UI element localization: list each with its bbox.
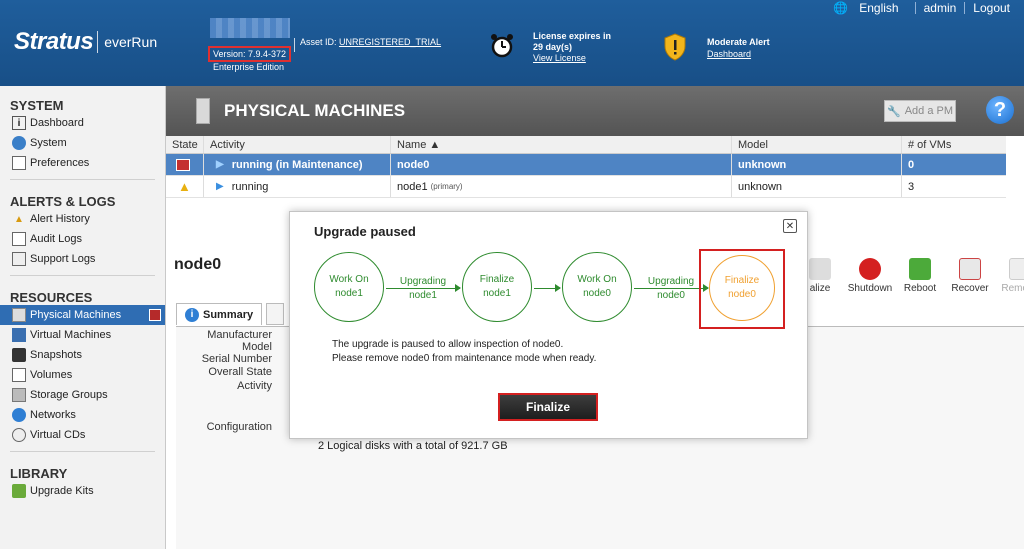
col-state[interactable]: State — [166, 136, 204, 153]
reboot-icon — [909, 258, 931, 280]
top-nav: 🌐 English admin Logout — [825, 1, 1018, 15]
running-icon: ▶ — [216, 181, 224, 192]
disks-summary: 2 Logical disks with a total of 921.7 GB — [318, 440, 508, 452]
reboot-button[interactable]: Reboot — [898, 258, 942, 294]
info-icon: i — [185, 307, 199, 322]
logout-link[interactable]: Logout — [965, 1, 1018, 15]
sidebar-item-virtual-cds[interactable]: Virtual CDs — [0, 425, 165, 445]
wrench-icon: 🔧 — [886, 105, 901, 118]
running-icon: ▶ — [216, 159, 224, 170]
user-menu[interactable]: admin — [916, 1, 965, 15]
sidebar-item-storage-groups[interactable]: Storage Groups — [0, 385, 165, 405]
upgrade-dialog: Upgrade paused ✕ Work On node1 Upgrading n… — [289, 211, 808, 439]
finalize-icon — [809, 258, 831, 280]
sidebar-item-virtual-machines[interactable]: Virtual Machines — [0, 325, 165, 345]
help-button[interactable]: ? — [986, 96, 1014, 124]
sidebar-item-preferences[interactable]: Preferences — [0, 153, 165, 173]
stop-icon — [859, 258, 881, 280]
col-activity[interactable]: Activity — [204, 136, 391, 153]
stratus-logo: Stratus everRun — [14, 28, 157, 56]
product-name: everRun — [104, 34, 158, 50]
asset-id: Asset ID: UNREGISTERED_TRIAL — [300, 37, 441, 47]
sidebar-item-networks[interactable]: Networks — [0, 405, 165, 425]
alarm-clock-icon — [491, 34, 513, 58]
remove-icon — [1009, 258, 1024, 280]
tab-details[interactable] — [266, 303, 285, 325]
alert-shield-icon — [664, 33, 686, 61]
maintenance-badge-icon — [149, 309, 161, 321]
vm-icon — [12, 328, 26, 342]
preferences-icon — [12, 156, 26, 170]
step-finalize-node1: Finalize node1 — [462, 252, 532, 322]
storage-icon — [12, 388, 26, 402]
sidebar-item-audit-logs[interactable]: Audit Logs — [0, 229, 165, 249]
server-icon — [12, 308, 26, 322]
bell-icon: ▲ — [14, 213, 24, 225]
volume-icon — [12, 368, 26, 382]
physical-machine-icon — [196, 98, 210, 124]
view-license-link[interactable]: View License — [533, 53, 586, 63]
col-model[interactable]: Model — [732, 136, 902, 153]
warning-icon: ▲ — [178, 179, 191, 194]
table-header: State Activity Name ▲ Model # of VMs — [166, 136, 1006, 154]
col-vms[interactable]: # of VMs — [902, 136, 1006, 153]
globe-icon — [12, 136, 26, 150]
dialog-title: Upgrade paused — [314, 224, 416, 239]
app-header: Stratus everRun Version: 7.9.4-372 Enter… — [0, 0, 1024, 86]
sidebar-item-snapshots[interactable]: Snapshots — [0, 345, 165, 365]
maintenance-state-icon — [176, 158, 190, 171]
license-info: License expires in 29 day(s) View Licens… — [533, 31, 612, 63]
asset-id-label: Asset ID: — [300, 37, 337, 47]
page-title: PHYSICAL MACHINES — [224, 101, 406, 120]
asset-id-link[interactable]: UNREGISTERED_TRIAL — [339, 37, 441, 47]
connector-arrow — [534, 284, 561, 292]
remove-button[interactable]: Remove — [998, 258, 1024, 294]
sidebar-item-support-logs[interactable]: Support Logs — [0, 249, 165, 269]
version-label: Version: 7.9.4-372 — [208, 46, 292, 62]
cd-icon — [12, 428, 26, 442]
sidebar-item-dashboard[interactable]: i Dashboard — [0, 113, 165, 133]
sidebar-item-volumes[interactable]: Volumes — [0, 365, 165, 385]
section-alerts-logs: ALERTS & LOGS — [10, 194, 116, 209]
step-finalize-node0: Finalize node0 — [709, 255, 775, 321]
dashboard-link[interactable]: Dashboard — [707, 49, 751, 59]
pm-actions: alize Shutdown Reboot Recover Remove — [798, 258, 1024, 294]
step-work-on-node0: Work On node0 — [562, 252, 632, 322]
detail-tabs: i Summary — [176, 303, 285, 325]
edition-label: Enterprise Edition — [213, 62, 285, 72]
upgrade-kit-icon — [12, 484, 26, 498]
recover-button[interactable]: Recover — [948, 258, 992, 294]
table-row[interactable]: ▶ running (in Maintenance) node0 unknown … — [166, 154, 1006, 176]
brand-name: Stratus — [14, 28, 94, 55]
sidebar-item-system[interactable]: System — [0, 133, 165, 153]
tab-summary[interactable]: i Summary — [176, 303, 263, 325]
col-name[interactable]: Name ▲ — [391, 136, 732, 153]
table-row[interactable]: ▲ ▶ running node1 (primary) unknown 3 — [166, 176, 1006, 198]
alert-title: Moderate Alert — [707, 37, 770, 47]
sidebar: SYSTEM i Dashboard System Preferences ALE… — [0, 86, 166, 549]
node-title: node0 — [174, 256, 222, 273]
close-icon[interactable]: ✕ — [783, 219, 797, 233]
sidebar-item-upgrade-kits[interactable]: Upgrade Kits — [0, 481, 165, 501]
dialog-message: The upgrade is paused to allow inspectio… — [332, 339, 597, 364]
step-work-on-node1: Work On node1 — [314, 252, 384, 322]
finalize-button[interactable]: Finalize — [498, 393, 598, 421]
info-icon: i — [12, 116, 26, 130]
add-pm-button[interactable]: 🔧 Add a PM — [884, 100, 956, 122]
recover-icon — [959, 258, 981, 280]
alert-info: Moderate Alert Dashboard — [707, 36, 770, 60]
sidebar-item-physical-machines[interactable]: Physical Machines — [0, 305, 165, 325]
calendar-icon — [12, 232, 26, 246]
language-selector[interactable]: 🌐 English — [825, 1, 915, 15]
pm-table: State Activity Name ▲ Model # of VMs ▶ ru… — [166, 136, 1006, 198]
shutdown-button[interactable]: Shutdown — [848, 258, 892, 294]
sidebar-item-alert-history[interactable]: ▲ Alert History — [0, 209, 165, 229]
notepad-icon — [12, 252, 26, 266]
section-library: LIBRARY — [10, 466, 68, 481]
camera-icon — [12, 348, 26, 362]
section-system: SYSTEM — [10, 98, 64, 113]
network-icon — [12, 408, 26, 422]
section-resources: RESOURCES — [10, 290, 93, 305]
redacted-system-name — [210, 18, 290, 38]
